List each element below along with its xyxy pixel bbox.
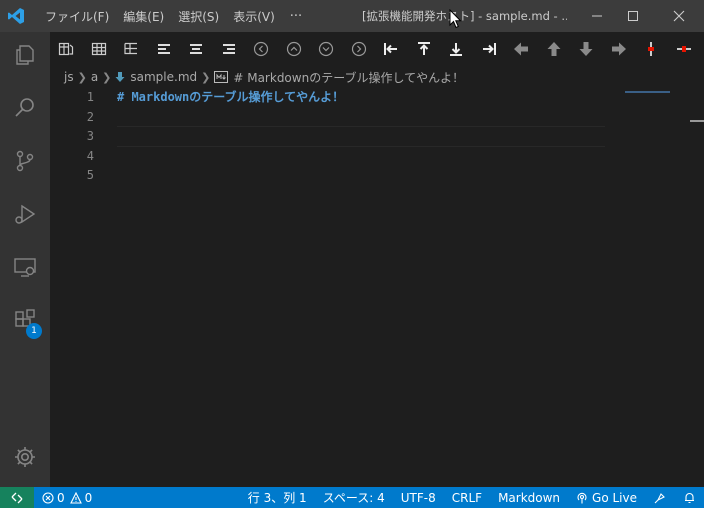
activity-bar: 1: [0, 32, 50, 487]
code-line[interactable]: [117, 166, 607, 186]
line-number: 4: [86, 148, 94, 163]
up-cell-icon[interactable]: [278, 32, 311, 66]
line-number: 2: [86, 109, 94, 124]
line-number: 1: [86, 90, 94, 104]
align-center-icon[interactable]: [180, 32, 213, 66]
window-title: [拡張機能開発ホスト] - sample.md - ...: [362, 9, 567, 23]
feedback-icon[interactable]: [645, 487, 675, 508]
remote-explorer-icon[interactable]: [0, 244, 50, 290]
vscode-logo-icon[interactable]: [0, 0, 32, 32]
insert-row-below-icon[interactable]: [440, 32, 473, 66]
maximize-icon[interactable]: [616, 0, 650, 32]
delete-column-icon[interactable]: [635, 32, 668, 66]
breadcrumb-folder-js[interactable]: js: [64, 70, 74, 84]
end-of-line[interactable]: CRLF: [444, 487, 490, 508]
status-bar: 0 0 行 3、列 1 スペース: 4 UTF-8 CRLF Markdown …: [0, 487, 704, 508]
editor[interactable]: 1 2 3 4 5 # Markdownのテーブル操作してやんよ！: [50, 88, 704, 487]
move-right-icon[interactable]: [603, 32, 636, 66]
line-number: 3: [86, 129, 94, 143]
line-number: 5: [86, 168, 94, 182]
code-line[interactable]: [117, 127, 607, 147]
status-bar-right: 行 3、列 1 スペース: 4 UTF-8 CRLF Markdown Go L…: [240, 487, 704, 508]
move-up-icon[interactable]: [538, 32, 571, 66]
table-insert-icon[interactable]: [83, 32, 116, 66]
move-down-icon[interactable]: [570, 32, 603, 66]
language-mode[interactable]: Markdown: [490, 487, 568, 508]
breadcrumb: js ❯ a ❯ sample.md ❯ # Markdownのテーブル操作して…: [50, 66, 704, 88]
table-toolbar: [50, 32, 704, 66]
warning-count: 0: [84, 490, 93, 505]
warning-icon: [69, 491, 82, 504]
insert-column-left-icon[interactable]: [375, 32, 408, 66]
menu-file[interactable]: ファイル(F): [38, 0, 116, 32]
menu-selection[interactable]: 選択(S): [171, 0, 226, 32]
code-line[interactable]: # Markdownのテーブル操作してやんよ！: [117, 88, 607, 108]
next-cell-icon[interactable]: [343, 32, 376, 66]
overview-ruler-cursor[interactable]: [690, 120, 704, 122]
remote-indicator-icon[interactable]: [0, 487, 34, 508]
breadcrumb-symbol[interactable]: # Markdownのテーブル操作してやんよ！: [233, 69, 464, 86]
insert-column-right-icon[interactable]: [473, 32, 506, 66]
notifications-bell-icon[interactable]: [675, 487, 704, 508]
go-live-label: Go Live: [592, 490, 637, 505]
error-count: 0: [57, 490, 65, 505]
chevron-right-icon: ❯: [77, 70, 87, 84]
code-line[interactable]: [117, 147, 607, 167]
down-cell-icon[interactable]: [310, 32, 343, 66]
problems-indicator[interactable]: 0 0: [34, 487, 100, 508]
minimap[interactable]: [625, 91, 670, 93]
prev-cell-icon[interactable]: [245, 32, 278, 66]
extensions-icon[interactable]: 1: [0, 297, 50, 343]
symbol-string-icon: [214, 71, 229, 83]
search-icon[interactable]: [0, 85, 50, 131]
menu-edit[interactable]: 編集(E): [116, 0, 171, 32]
breadcrumb-file[interactable]: sample.md: [130, 70, 197, 84]
cursor-position[interactable]: 行 3、列 1: [240, 487, 315, 508]
chevron-right-icon: ❯: [102, 70, 112, 84]
encoding[interactable]: UTF-8: [393, 487, 444, 508]
markdown-file-icon: [115, 71, 125, 83]
delete-row-icon[interactable]: [668, 32, 701, 66]
line-numbers: 1 2 3 4 5: [50, 88, 94, 186]
chevron-right-icon: ❯: [201, 70, 211, 84]
broadcast-icon: [576, 492, 588, 504]
table-tree-icon[interactable]: [115, 32, 148, 66]
run-debug-icon[interactable]: [0, 191, 50, 237]
close-icon[interactable]: [662, 0, 696, 32]
insert-row-above-icon[interactable]: [408, 32, 441, 66]
menu-bar: ファイル(F) 編集(E) 選択(S) 表示(V) ···: [38, 0, 310, 32]
minimize-icon[interactable]: [580, 0, 614, 32]
menu-more-icon[interactable]: ···: [282, 9, 310, 24]
go-live-button[interactable]: Go Live: [568, 487, 645, 508]
align-right-icon[interactable]: [213, 32, 246, 66]
indentation[interactable]: スペース: 4: [315, 487, 393, 508]
move-left-icon[interactable]: [505, 32, 538, 66]
breadcrumb-folder-a[interactable]: a: [91, 70, 98, 84]
extensions-badge: 1: [26, 323, 42, 339]
title-bar: ファイル(F) 編集(E) 選択(S) 表示(V) ··· [拡張機能開発ホスト…: [0, 0, 704, 32]
error-icon: [42, 491, 54, 504]
table-format-icon[interactable]: [50, 32, 83, 66]
mouse-cursor-icon: [449, 9, 462, 29]
code-line[interactable]: [117, 108, 607, 128]
menu-view[interactable]: 表示(V): [226, 0, 282, 32]
source-control-icon[interactable]: [0, 138, 50, 184]
align-left-icon[interactable]: [148, 32, 181, 66]
code-area[interactable]: # Markdownのテーブル操作してやんよ！: [117, 88, 607, 186]
explorer-icon[interactable]: [0, 32, 50, 78]
settings-gear-icon[interactable]: [0, 434, 50, 480]
